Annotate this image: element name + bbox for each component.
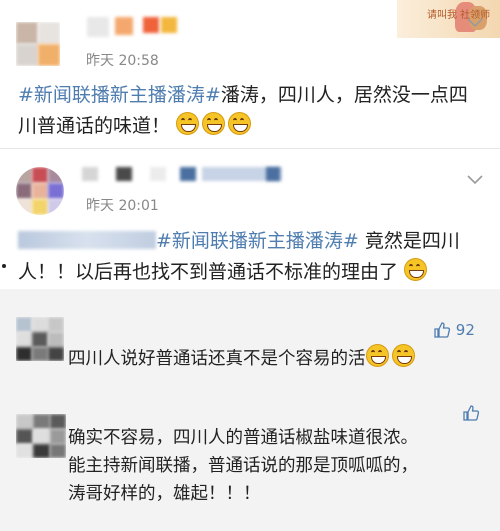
chevron-down-icon[interactable] bbox=[467, 14, 483, 32]
grin-emoji-icon bbox=[391, 344, 415, 367]
post-time: 昨天 20:58 bbox=[86, 53, 159, 69]
comment-item: 92 四川人说好普通话还真不是个容易的活 bbox=[0, 289, 500, 394]
post-2: 昨天 20:01 #新闻联播新主播潘涛# 竟然是四川人！！以后再也找不到普通话不… bbox=[0, 149, 500, 289]
comment-text: 确实不容易，四川人的普通话椒盐味道很浓。 能主持新闻联播，普通话说的那是顶呱呱的… bbox=[68, 428, 418, 504]
grin-emoji-icon bbox=[202, 112, 226, 135]
avatar[interactable] bbox=[16, 414, 66, 458]
avatar[interactable] bbox=[16, 167, 64, 215]
comments-section: 92 四川人说好普通话还真不是个容易的活 确实不容易，四川人的普通话椒盐味道很浓… bbox=[0, 289, 500, 531]
laughing-tears-emoji-icon bbox=[404, 258, 428, 281]
avatar[interactable] bbox=[16, 22, 60, 66]
username-redacted[interactable] bbox=[87, 17, 187, 39]
thumbs-up-icon bbox=[434, 322, 451, 338]
comment-text: 四川人说好普通话还真不是个容易的活 bbox=[68, 344, 418, 373]
comment-item: 确实不容易，四川人的普通话椒盐味道很浓。 能主持新闻联播，普通话说的那是顶呱呱的… bbox=[0, 404, 500, 531]
username-redacted[interactable] bbox=[82, 165, 312, 185]
post-1: 昨天 20:58 请叫我 社领师 #新闻联播新主播潘涛#潘涛，四川人，居然没一点… bbox=[0, 0, 500, 148]
bullet-dot bbox=[2, 264, 6, 268]
avatar[interactable] bbox=[16, 317, 64, 361]
thumbs-up-icon bbox=[463, 405, 480, 421]
grin-emoji-icon bbox=[228, 112, 252, 135]
post-time: 昨天 20:01 bbox=[86, 198, 159, 214]
user-badge: 请叫我 社领师 bbox=[397, 0, 500, 38]
grin-emoji-icon bbox=[365, 344, 389, 367]
like-count: 92 bbox=[455, 321, 475, 339]
post-content: #新闻联播新主播潘涛#潘涛，四川人，居然没一点四川普通话的味道！ bbox=[18, 80, 486, 142]
like-button[interactable]: 92 bbox=[433, 321, 475, 339]
topic-link[interactable]: #新闻联播新主播潘涛# bbox=[156, 230, 359, 252]
grin-emoji-icon bbox=[176, 112, 200, 135]
like-button[interactable] bbox=[462, 404, 480, 422]
post-content: #新闻联播新主播潘涛# 竟然是四川人！！以后再也找不到普通话不标准的理由了 bbox=[18, 226, 486, 288]
topic-link[interactable]: #新闻联播新主播潘涛# bbox=[18, 84, 221, 106]
chevron-down-icon[interactable] bbox=[467, 171, 483, 189]
redacted-mention bbox=[18, 231, 156, 249]
